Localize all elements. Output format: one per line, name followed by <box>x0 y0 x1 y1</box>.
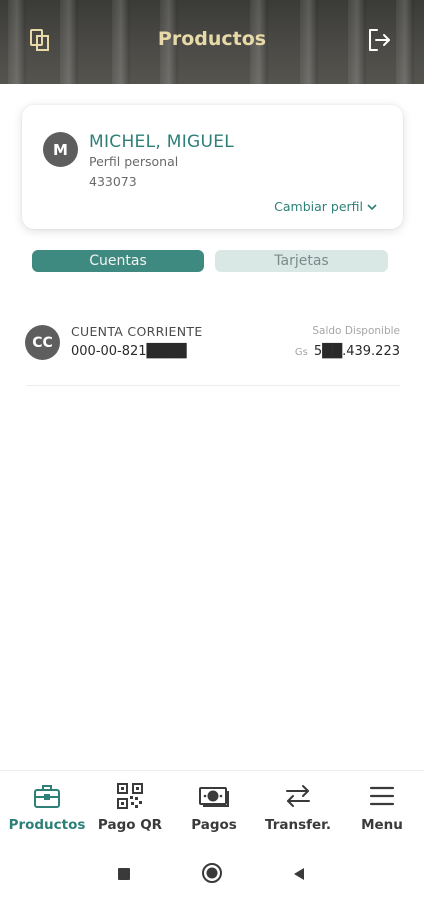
tab-tarjetas[interactable]: Tarjetas <box>215 250 388 272</box>
profile-id: 433073 <box>89 174 137 189</box>
hamburger-menu-icon <box>369 781 395 811</box>
nav-item-pagos[interactable]: Pagos <box>172 781 256 841</box>
profile-card: M MICHEL, MIGUEL Perfil personal 433073 … <box>22 105 403 229</box>
circle-icon <box>201 862 223 888</box>
nav-label-menu: Menu <box>361 817 403 833</box>
logout-icon <box>366 27 392 57</box>
change-profile-button[interactable]: Cambiar perfil <box>274 199 377 214</box>
page-title: Productos <box>157 28 267 50</box>
balance-label: Saldo Disponible <box>312 325 400 337</box>
nav-item-transfer[interactable]: Transfer. <box>256 781 340 841</box>
home-button[interactable] <box>201 862 223 888</box>
nav-label-productos: Productos <box>8 817 86 833</box>
briefcase-icon <box>33 781 61 811</box>
nav-item-menu[interactable]: Menu <box>340 781 424 841</box>
triangle-back-icon <box>292 866 306 885</box>
account-number: 000-00-821████ <box>71 344 187 359</box>
account-type: CUENTA CORRIENTE <box>71 324 203 339</box>
balance-amount: 5██.439.223 <box>313 344 400 359</box>
transfer-arrows-icon <box>284 781 312 811</box>
cash-icon <box>199 781 229 811</box>
change-profile-label: Cambiar perfil <box>274 199 363 214</box>
balance-value: Gs 5██.439.223 <box>295 344 400 359</box>
avatar: M <box>43 132 78 167</box>
qr-code-icon <box>117 781 143 811</box>
bottom-nav: Productos Pago QR Pagos Transfer. Menu <box>0 770 424 851</box>
account-type-badge: CC <box>25 325 60 360</box>
recent-apps-button[interactable] <box>113 864 135 886</box>
back-button[interactable] <box>288 864 310 886</box>
logout-button[interactable] <box>364 27 394 57</box>
nav-item-productos[interactable]: Productos <box>5 781 89 841</box>
tab-cuentas[interactable]: Cuentas <box>32 250 204 272</box>
nav-item-pago-qr[interactable]: Pago QR <box>88 781 172 841</box>
nav-label-transfer: Transfer. <box>264 817 332 833</box>
profile-name: MICHEL, MIGUEL <box>89 132 235 152</box>
system-nav-bar <box>0 850 424 900</box>
app-header: Productos <box>0 0 424 84</box>
profile-type: Perfil personal <box>89 154 179 169</box>
chevron-down-icon <box>367 199 377 214</box>
divider <box>26 385 400 386</box>
square-icon <box>117 866 131 885</box>
currency-label: Gs <box>294 347 308 358</box>
nav-label-pagos: Pagos <box>191 817 237 833</box>
nav-label-pago-qr: Pago QR <box>97 817 163 833</box>
account-list-item[interactable]: CC CUENTA CORRIENTE 000-00-821████ Saldo… <box>0 315 424 385</box>
